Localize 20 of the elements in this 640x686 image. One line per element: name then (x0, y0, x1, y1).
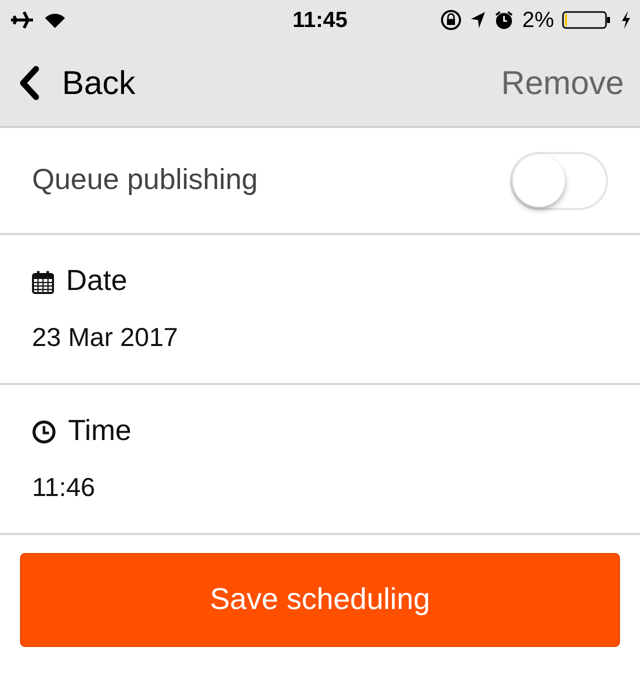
battery-percent: 2% (522, 7, 554, 33)
battery-icon (562, 10, 612, 30)
chevron-left-icon (18, 66, 40, 100)
wifi-icon (44, 11, 66, 29)
alarm-clock-icon (494, 10, 514, 30)
field-label: Time (68, 415, 132, 448)
clock-icon (32, 420, 56, 444)
remove-button[interactable]: Remove (501, 64, 624, 102)
field-value[interactable]: 11:46 (32, 472, 608, 503)
field-value[interactable]: 23 Mar 2017 (32, 322, 608, 353)
calendar-icon (32, 270, 54, 294)
field-label: Date (66, 265, 128, 298)
back-button[interactable]: Back (18, 64, 136, 102)
airplane-icon (10, 10, 34, 30)
toggle-switch[interactable] (510, 152, 608, 210)
rotation-lock-icon (440, 9, 462, 31)
status-time: 11:45 (291, 7, 349, 33)
toggle-label: Queue publishing (32, 164, 258, 197)
charging-bolt-icon (620, 10, 632, 30)
location-arrow-icon (470, 11, 486, 29)
